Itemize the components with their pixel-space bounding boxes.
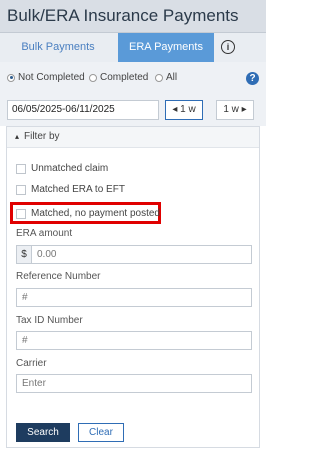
checkbox-matched-no-payment-posted[interactable]: Matched, no payment posted — [16, 208, 160, 219]
search-button[interactable]: Search — [16, 423, 70, 442]
chevron-right-icon: ▸ — [241, 104, 247, 115]
next-week-label: 1 w — [223, 104, 239, 115]
reference-number-label: Reference Number — [16, 271, 101, 282]
radio-not-completed[interactable]: Not Completed — [7, 72, 85, 83]
carrier-input[interactable]: Enter — [16, 374, 252, 393]
page-title: Bulk/ERA Insurance Payments — [7, 6, 239, 25]
radio-completed[interactable]: Completed — [89, 72, 148, 83]
radio-label: Completed — [100, 72, 149, 83]
currency-addon: $ — [16, 245, 32, 264]
checkbox-label: Matched, no payment posted — [31, 208, 160, 219]
radio-selected-icon — [7, 73, 15, 82]
radio-icon — [89, 73, 97, 82]
checkbox-icon — [16, 184, 26, 195]
filter-toggle[interactable]: ▴ Filter by — [7, 127, 259, 148]
era-amount-label: ERA amount — [16, 228, 73, 239]
filter-header-label: Filter by — [24, 131, 60, 142]
radio-all[interactable]: All — [155, 72, 177, 83]
checkbox-unmatched-claim[interactable]: Unmatched claim — [16, 163, 108, 174]
previous-week-button[interactable]: ◂ 1 w — [165, 100, 203, 120]
carrier-label: Carrier — [16, 358, 47, 369]
radio-label: All — [166, 72, 178, 83]
checkbox-label: Unmatched claim — [31, 163, 109, 174]
caret-up-icon: ▴ — [15, 132, 20, 141]
tab-era-payments[interactable]: ERA Payments — [118, 33, 214, 62]
checkbox-label: Matched ERA to EFT — [31, 184, 125, 195]
next-week-button[interactable]: 1 w ▸ — [216, 100, 254, 120]
date-row: 06/05/2025-06/11/2025 ◂ 1 w 1 w ▸ — [0, 94, 266, 126]
tax-id-input[interactable]: # — [16, 331, 252, 350]
tax-id-label: Tax ID Number — [16, 315, 83, 326]
radio-label: Not Completed — [18, 72, 85, 83]
reference-number-input[interactable]: # — [16, 288, 252, 307]
date-range-input[interactable]: 06/05/2025-06/11/2025 — [7, 100, 159, 120]
status-filter: Not Completed Completed All — [0, 62, 266, 94]
checkbox-icon — [16, 163, 26, 174]
help-icon[interactable]: ? — [246, 72, 259, 85]
clear-button[interactable]: Clear — [78, 423, 124, 442]
info-icon[interactable]: i — [221, 40, 235, 54]
checkbox-matched-era-to-eft[interactable]: Matched ERA to EFT — [16, 184, 125, 195]
checkbox-icon — [16, 208, 26, 219]
tab-bulk-payments[interactable]: Bulk Payments — [0, 33, 116, 62]
prev-week-label: 1 w — [180, 104, 196, 115]
chevron-left-icon: ◂ — [172, 104, 178, 115]
era-amount-field: $ 0.00 — [16, 245, 252, 264]
era-amount-input[interactable]: 0.00 — [31, 245, 252, 264]
title-bar: Bulk/ERA Insurance Payments — [0, 0, 266, 33]
filter-panel: ▴ Filter by Unmatched claim Matched ERA … — [6, 126, 260, 448]
radio-icon — [155, 73, 163, 82]
